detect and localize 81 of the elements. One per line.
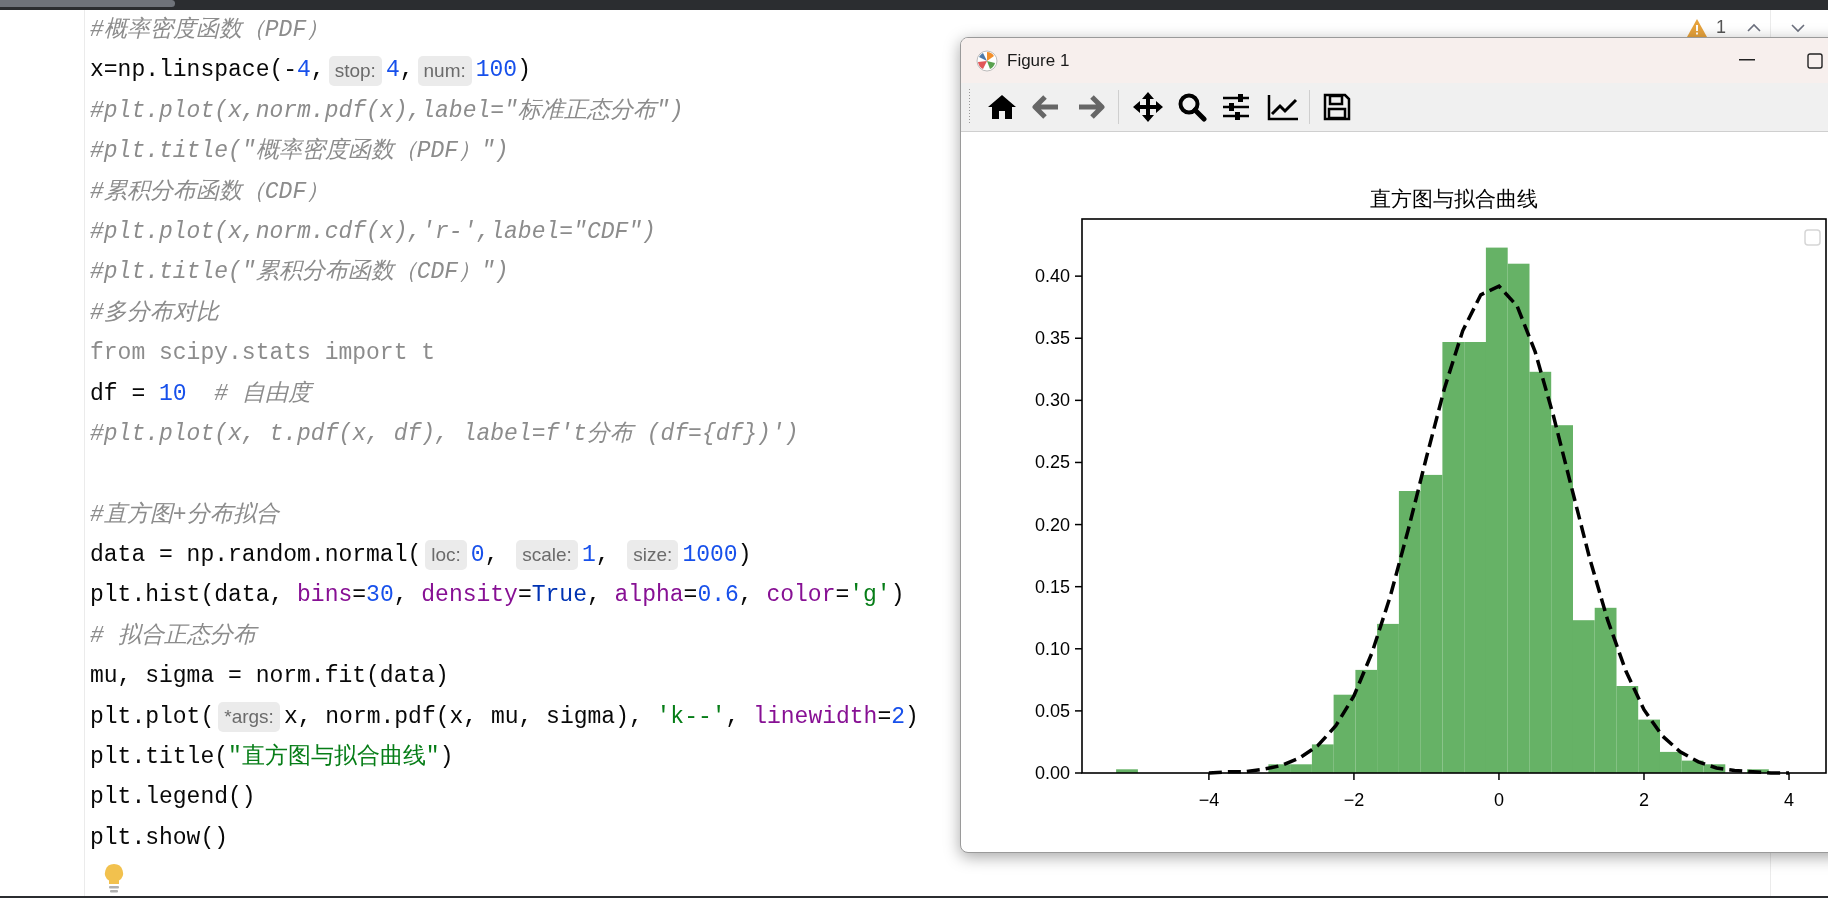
- code-comment: #直方图+分布拟合: [90, 500, 279, 530]
- tick-mark: [1074, 337, 1083, 339]
- tick-mark: [1353, 772, 1355, 781]
- tick-mark: [1208, 772, 1210, 781]
- chart-title: 直方图与拟合曲线: [1370, 187, 1538, 210]
- code-text: data = np.random.normal(: [90, 541, 422, 571]
- move-icon[interactable]: [1132, 91, 1164, 123]
- window-title: Figure 1: [1007, 49, 1070, 72]
- code-text: 0,: [470, 541, 500, 571]
- tick-label: 0.15: [1034, 576, 1070, 597]
- tick-label: −4: [1198, 790, 1220, 810]
- code-comment: #plt.plot(x, t.pdf(x, df), label=f't分布 (df={df})'): [90, 419, 799, 449]
- code-comment: #plt.plot(x,norm.pdf(x),label="标准正态分布"): [90, 96, 684, 126]
- tick-label: 0.25: [1034, 452, 1070, 473]
- code-line: from scipy.stats import t: [90, 339, 436, 369]
- code-text: 1,: [581, 541, 611, 571]
- tick-label: 0.10: [1034, 638, 1070, 659]
- histogram-bar: [1116, 769, 1138, 773]
- warning-count: 1: [1716, 16, 1726, 39]
- parameter-hint: stop:: [328, 55, 382, 86]
- forward-arrow-icon[interactable]: [1077, 94, 1105, 120]
- chevron-down-icon[interactable]: [1790, 22, 1806, 33]
- parameter-hint: scale:: [516, 540, 578, 571]
- code-line: plt.title("直方图与拟合曲线"): [90, 742, 454, 773]
- chevron-up-icon[interactable]: [1746, 22, 1762, 33]
- code-line: plt.legend(): [90, 783, 256, 813]
- search-icon[interactable]: [1177, 92, 1207, 122]
- pinwheel-icon: [976, 49, 998, 72]
- tick-label: 0: [1493, 790, 1504, 810]
- tick-label: 0.05: [1034, 700, 1070, 721]
- code-text: 4,: [385, 56, 414, 86]
- warning-icon[interactable]: [1686, 17, 1708, 38]
- tick-mark: [1074, 710, 1083, 712]
- code-text: 100): [475, 56, 531, 86]
- code-text: x=np.linspace(-4,: [90, 56, 325, 86]
- tick-mark: [1074, 275, 1083, 277]
- code-text: plt.plot(: [90, 702, 215, 732]
- code-text: 1000): [682, 541, 752, 571]
- toolbar-grip: [968, 89, 971, 125]
- parameter-hint: loc:: [425, 540, 467, 571]
- tick-label: 0.30: [1034, 390, 1070, 411]
- tick-label: 4: [1784, 790, 1795, 810]
- code-comment: #plt.title("累积分布函数（CDF）"): [90, 258, 509, 288]
- tick-mark: [1074, 399, 1083, 402]
- histogram-bar: [1268, 764, 1291, 773]
- line-chart-icon[interactable]: [1267, 93, 1299, 121]
- legend-box: [1804, 229, 1821, 246]
- tick-label: 0.35: [1034, 328, 1070, 349]
- parameter-hint: num:: [417, 55, 472, 86]
- back-arrow-icon[interactable]: [1032, 94, 1060, 120]
- tick-label: 0.40: [1034, 266, 1070, 287]
- tick-mark: [1788, 772, 1790, 781]
- sliders-icon[interactable]: [1221, 93, 1251, 121]
- maximize-icon[interactable]: [1807, 53, 1823, 69]
- tick-label: 0.00: [1034, 763, 1070, 783]
- parameter-hint: *args:: [218, 701, 280, 732]
- histogram-bar: [1747, 769, 1769, 773]
- code-comment: #概率密度函数（PDF）: [90, 15, 330, 45]
- tick-label: −2: [1343, 790, 1365, 810]
- code-comment: #多分布对比: [90, 298, 219, 328]
- code-line: plt.hist(data, bins=30, density=True, alpha=0.6, color='g'): [90, 581, 905, 611]
- tick-mark: [1643, 772, 1645, 781]
- tick-mark: [1074, 648, 1083, 650]
- tick-mark: [1074, 585, 1083, 588]
- tick-label: 2: [1639, 790, 1649, 810]
- save-icon[interactable]: [1323, 93, 1351, 121]
- code-text: x, norm.pdf(x, mu, sigma), 'k--', linewidth=2): [283, 702, 919, 732]
- tick-label: 0.20: [1034, 514, 1070, 535]
- minimize-icon[interactable]: [1739, 59, 1755, 61]
- tick-mark: [1074, 772, 1083, 774]
- scrollbar-thumb[interactable]: [0, 0, 175, 7]
- code-comment: #plt.title("概率密度函数（PDF）"): [90, 136, 509, 167]
- home-icon[interactable]: [987, 93, 1017, 121]
- code-line: mu, sigma = norm.fit(data): [90, 662, 449, 692]
- code-line: plt.show(): [90, 823, 229, 853]
- tick-mark: [1498, 772, 1500, 781]
- tick-mark: [1074, 523, 1083, 526]
- parameter-hint: size:: [627, 540, 679, 571]
- code-comment: #累积分布函数（CDF）: [90, 177, 330, 207]
- code-comment: #plt.plot(x,norm.cdf(x),'r-',label="CDF"): [90, 217, 656, 247]
- tick-mark: [1074, 461, 1083, 464]
